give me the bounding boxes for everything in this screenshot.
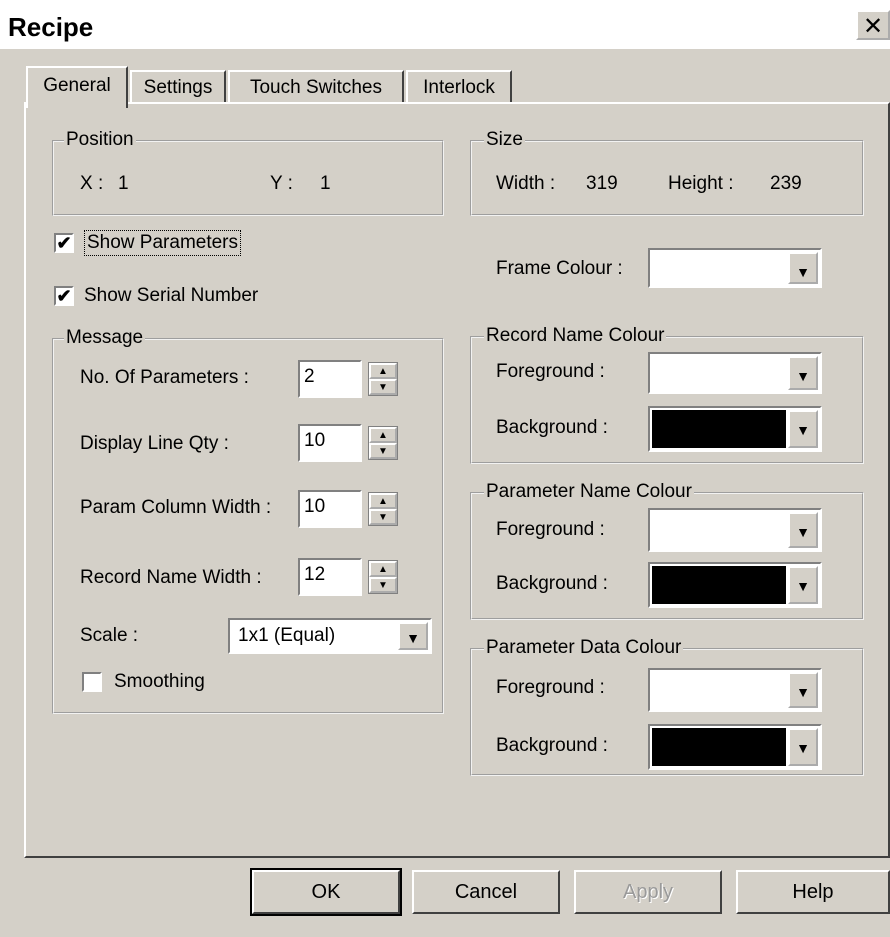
tab-touch-switches[interactable]: Touch Switches xyxy=(228,70,404,104)
help-button[interactable]: Help xyxy=(736,870,890,914)
display-lines-spinner[interactable]: ▲ ▼ xyxy=(368,426,398,460)
scale-value: 1x1 (Equal) xyxy=(238,625,336,646)
parameter-name-colour-legend: Parameter Name Colour xyxy=(484,481,694,503)
chevron-down-icon[interactable]: ▼ xyxy=(788,252,818,284)
display-lines-label: Display Line Qty : xyxy=(80,433,229,454)
param-col-width-spinner[interactable]: ▲ ▼ xyxy=(368,492,398,526)
colour-swatch xyxy=(652,566,786,604)
chevron-down-icon[interactable]: ▼ xyxy=(788,728,818,766)
dropdown-glyph: ▼ xyxy=(796,264,810,280)
scale-select[interactable]: 1x1 (Equal) ▼ xyxy=(228,618,432,654)
tab-touch-switches-label: Touch Switches xyxy=(249,77,382,98)
chevron-down-icon[interactable]: ▼ xyxy=(788,566,818,604)
tab-interlock-label: Interlock xyxy=(423,77,495,98)
param-name-fg-select[interactable]: ▼ xyxy=(648,508,822,552)
dropdown-glyph: ▼ xyxy=(796,578,810,594)
position-legend: Position xyxy=(64,129,136,151)
tab-general[interactable]: General xyxy=(26,66,128,108)
param-data-fg-label: Foreground : xyxy=(496,677,605,698)
no-params-input[interactable]: 2 xyxy=(298,360,362,398)
dropdown-glyph: ▼ xyxy=(796,740,810,756)
colour-swatch xyxy=(652,728,786,766)
tab-general-label: General xyxy=(43,75,111,96)
y-value: 1 xyxy=(320,173,331,194)
x-label: X : xyxy=(80,173,104,194)
record-bg-select[interactable]: ▼ xyxy=(648,406,822,452)
tab-settings-label: Settings xyxy=(143,77,213,98)
param-data-bg-label: Background : xyxy=(496,735,608,756)
message-legend: Message xyxy=(64,327,146,349)
record-bg-label: Background : xyxy=(496,417,608,438)
dropdown-glyph: ▼ xyxy=(796,524,810,540)
height-label: Height : xyxy=(668,173,734,194)
chevron-down-icon[interactable]: ▼ xyxy=(398,622,428,650)
show-parameters-checkbox[interactable]: ✔ xyxy=(54,233,74,253)
record-name-width-label: Record Name Width : xyxy=(80,567,262,588)
record-name-width-input[interactable]: 12 xyxy=(298,558,362,596)
height-value: 239 xyxy=(770,173,802,194)
spin-up-icon[interactable]: ▲ xyxy=(369,561,397,577)
spin-up-icon[interactable]: ▲ xyxy=(369,493,397,509)
record-fg-label: Foreground : xyxy=(496,361,605,382)
smoothing-label[interactable]: Smoothing xyxy=(114,670,205,694)
param-col-width-label: Param Column Width : xyxy=(80,497,272,518)
frame-colour-select[interactable]: ▼ xyxy=(648,248,822,288)
cancel-button[interactable]: Cancel xyxy=(412,870,560,914)
param-col-width-input[interactable]: 10 xyxy=(298,490,362,528)
no-params-spinner[interactable]: ▲ ▼ xyxy=(368,362,398,396)
chevron-down-icon[interactable]: ▼ xyxy=(788,356,818,390)
record-name-width-spinner[interactable]: ▲ ▼ xyxy=(368,560,398,594)
close-icon: ✕ xyxy=(862,13,884,40)
param-data-bg-select[interactable]: ▼ xyxy=(648,724,822,770)
smoothing-checkbox[interactable] xyxy=(82,672,102,692)
title-bar xyxy=(0,0,890,49)
param-name-bg-label: Background : xyxy=(496,573,608,594)
scale-label: Scale : xyxy=(80,625,139,646)
position-group xyxy=(52,140,444,216)
dropdown-glyph: ▼ xyxy=(406,630,420,646)
chevron-down-icon[interactable]: ▼ xyxy=(788,512,818,548)
tab-settings[interactable]: Settings xyxy=(130,70,226,104)
check-icon: ✔ xyxy=(56,286,72,306)
apply-button[interactable]: Apply xyxy=(574,870,722,914)
display-lines-input[interactable]: 10 xyxy=(298,424,362,462)
dropdown-glyph: ▼ xyxy=(796,684,810,700)
spin-up-icon[interactable]: ▲ xyxy=(369,363,397,379)
x-value: 1 xyxy=(118,173,129,194)
dropdown-glyph: ▼ xyxy=(796,368,810,384)
spin-down-icon[interactable]: ▼ xyxy=(369,509,397,525)
size-legend: Size xyxy=(484,129,525,151)
check-icon: ✔ xyxy=(56,233,72,253)
width-label: Width : xyxy=(496,173,556,194)
dropdown-glyph: ▼ xyxy=(796,422,810,438)
frame-colour-label: Frame Colour : xyxy=(496,258,623,279)
y-label: Y : xyxy=(270,173,293,194)
record-fg-select[interactable]: ▼ xyxy=(648,352,822,394)
param-data-fg-select[interactable]: ▼ xyxy=(648,668,822,712)
param-name-fg-label: Foreground : xyxy=(496,519,605,540)
spin-down-icon[interactable]: ▼ xyxy=(369,577,397,593)
spin-up-icon[interactable]: ▲ xyxy=(369,427,397,443)
param-name-bg-select[interactable]: ▼ xyxy=(648,562,822,608)
chevron-down-icon[interactable]: ▼ xyxy=(788,410,818,448)
window-title: Recipe xyxy=(8,12,94,42)
spin-down-icon[interactable]: ▼ xyxy=(369,379,397,395)
colour-swatch xyxy=(652,410,786,448)
close-button[interactable]: ✕ xyxy=(856,10,890,40)
chevron-down-icon[interactable]: ▼ xyxy=(788,672,818,708)
show-serial-checkbox[interactable]: ✔ xyxy=(54,286,74,306)
ok-button[interactable]: OK xyxy=(250,868,402,916)
width-value: 319 xyxy=(586,173,618,194)
show-parameters-label[interactable]: Show Parameters xyxy=(84,230,242,256)
tab-interlock[interactable]: Interlock xyxy=(406,70,512,104)
no-params-label: No. Of Parameters : xyxy=(80,367,249,388)
show-serial-label[interactable]: Show Serial Number xyxy=(84,284,258,308)
record-name-colour-legend: Record Name Colour xyxy=(484,325,667,347)
spin-down-icon[interactable]: ▼ xyxy=(369,443,397,459)
parameter-data-colour-legend: Parameter Data Colour xyxy=(484,637,684,659)
